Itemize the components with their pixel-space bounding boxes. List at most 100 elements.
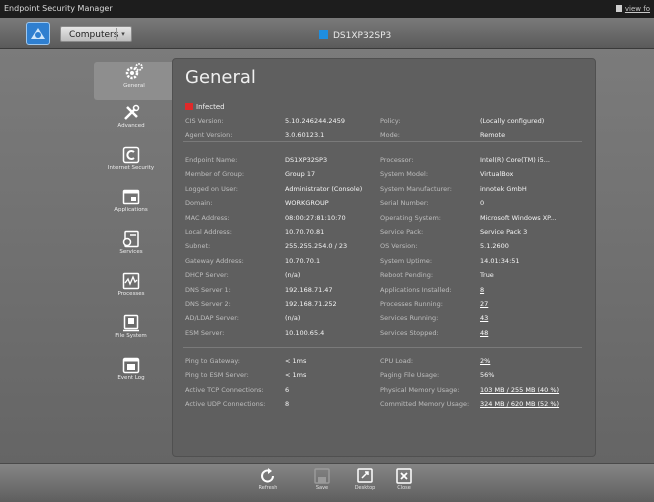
page-icon (615, 5, 622, 12)
field-label: Physical Memory Usage: (380, 385, 460, 394)
field-label: DNS Server 2: (185, 300, 231, 308)
file-system-icon (123, 314, 139, 332)
field-value: (Locally configured) (480, 117, 545, 125)
field-label: Serial Number: (380, 199, 429, 208)
view-link-label: view fo (624, 5, 650, 13)
field-label: Member of Group: (185, 170, 245, 179)
sidebar-item-file-system[interactable]: File System (94, 314, 168, 352)
field-value: 08:00:27:81:10:70 (285, 213, 346, 222)
save-icon (314, 468, 330, 484)
field-label: Services Running: (380, 314, 439, 323)
sidebar-item-advanced[interactable]: Advanced (94, 104, 168, 142)
field-label: Policy: (380, 117, 401, 125)
sidebar-item-label: Internet Security (107, 165, 155, 171)
field-label: Ping to Gateway: (185, 357, 240, 365)
sidebar-item-label: Event Log (117, 375, 145, 381)
field-label: DHCP Server: (185, 271, 229, 280)
field-label: CPU Load: (380, 357, 414, 365)
computers-label: Computers (69, 30, 119, 40)
field-value: VirtualBox (480, 170, 514, 179)
field-label: System Manufacturer: (380, 184, 452, 193)
field-label: Subnet: (185, 242, 211, 251)
field-label: MAC Address: (185, 213, 230, 222)
field-value: 5.10.246244.2459 (285, 117, 345, 125)
computers-dropdown[interactable]: Computers ▾ (60, 26, 132, 42)
field-value: Remote (480, 131, 506, 140)
field-value-link[interactable]: 2% (480, 356, 490, 366)
field-label: Agent Version: (185, 131, 233, 140)
field-value-link[interactable]: 324 MB / 620 MB (52 %) (480, 399, 559, 409)
chevron-down-icon: ▾ (116, 28, 129, 40)
field-label: Domain: (185, 199, 213, 208)
field-label: Services Stopped: (380, 328, 439, 337)
field-value: 10.70.70.1 (285, 256, 321, 265)
field-value: DS1XP32SP3 (285, 156, 328, 164)
field-value-link[interactable]: 48 (480, 328, 488, 338)
field-value: 14.01:34:51 (480, 256, 520, 265)
internet-security-icon (122, 146, 140, 164)
page-title: General (185, 67, 256, 88)
sidebar-item-services[interactable]: Services (94, 230, 168, 268)
sidebar-item-internet-security[interactable]: Internet Security (94, 146, 168, 184)
field-value: < 1ms (285, 357, 307, 365)
sidebar-item-label: General (123, 83, 145, 89)
field-label: Reboot Pending: (380, 271, 434, 280)
field-label: DNS Server 1: (185, 285, 231, 294)
field-label: Ping to ESM Server: (185, 371, 249, 380)
field-value: Administrator (Console) (285, 184, 363, 193)
field-value: 6 (285, 385, 290, 394)
field-value: (n/a) (285, 314, 301, 323)
field-label: System Model: (380, 170, 429, 179)
status-badge: Infected (185, 103, 225, 111)
field-label: Committed Memory Usage: (380, 400, 470, 409)
desktop-button[interactable]: Desktop (350, 467, 380, 491)
field-value: 10.100.65.4 (285, 328, 325, 337)
desktop-label: Desktop (354, 485, 376, 491)
device-name: DS1XP32SP3 (333, 31, 392, 41)
field-value: True (480, 271, 494, 280)
field-value: Group 17 (285, 170, 316, 179)
field-label: System Uptime: (380, 256, 433, 265)
sidebar-item-label: Applications (114, 207, 148, 213)
field-label: ESM Server: (185, 328, 225, 337)
infected-indicator-icon (185, 103, 193, 110)
sidebar-item-label: Services (119, 249, 143, 255)
close-icon (396, 468, 412, 484)
view-link[interactable]: view fo (615, 0, 650, 18)
field-label: Gateway Address: (185, 256, 244, 265)
field-value: Intel(R) Core(TM) i5... (480, 156, 550, 164)
sidebar-item-applications[interactable]: Applications (94, 188, 168, 226)
app-logo-icon[interactable] (26, 22, 50, 45)
desktop-icon (357, 468, 373, 483)
field-value-link[interactable]: 43 (480, 313, 488, 323)
sidebar-item-processes[interactable]: Processes (94, 272, 168, 310)
field-value: Microsoft Windows XP... (480, 213, 557, 222)
field-label: Active UDP Connections: (185, 400, 266, 409)
field-value-link[interactable]: 27 (480, 299, 488, 309)
field-label: Active TCP Connections: (185, 385, 264, 394)
sidebar-item-general[interactable]: General (94, 62, 174, 100)
close-button[interactable]: Close (389, 467, 419, 491)
field-value: 56% (480, 371, 495, 380)
processes-icon (122, 272, 140, 290)
field-label: Local Address: (185, 228, 232, 236)
field-value: 8 (285, 400, 290, 409)
gear-icon (125, 63, 143, 80)
field-value-link[interactable]: 8 (480, 285, 484, 295)
field-label: CIS Version: (185, 117, 224, 125)
field-value-link[interactable]: 103 MB / 255 MB (40 %) (480, 385, 559, 395)
save-label: Save (315, 485, 329, 491)
field-value: 192.168.71.47 (285, 285, 333, 294)
field-label: Processes Running: (380, 300, 443, 308)
sidebar: General Advanced Internet Security Appli… (94, 58, 174, 381)
refresh-button[interactable]: Refresh (253, 467, 283, 491)
field-label: Operating System: (380, 213, 441, 222)
sidebar-item-event-log[interactable]: Event Log (94, 356, 168, 394)
tools-icon (124, 104, 140, 120)
save-button[interactable]: Save (307, 467, 337, 491)
applications-icon (122, 189, 140, 205)
field-value: 3.0.60123.1 (285, 131, 325, 140)
toolbar: Computers ▾ DS1XP32SP3 (0, 18, 654, 49)
sidebar-item-label: File System (115, 333, 147, 339)
refresh-label: Refresh (258, 485, 278, 491)
